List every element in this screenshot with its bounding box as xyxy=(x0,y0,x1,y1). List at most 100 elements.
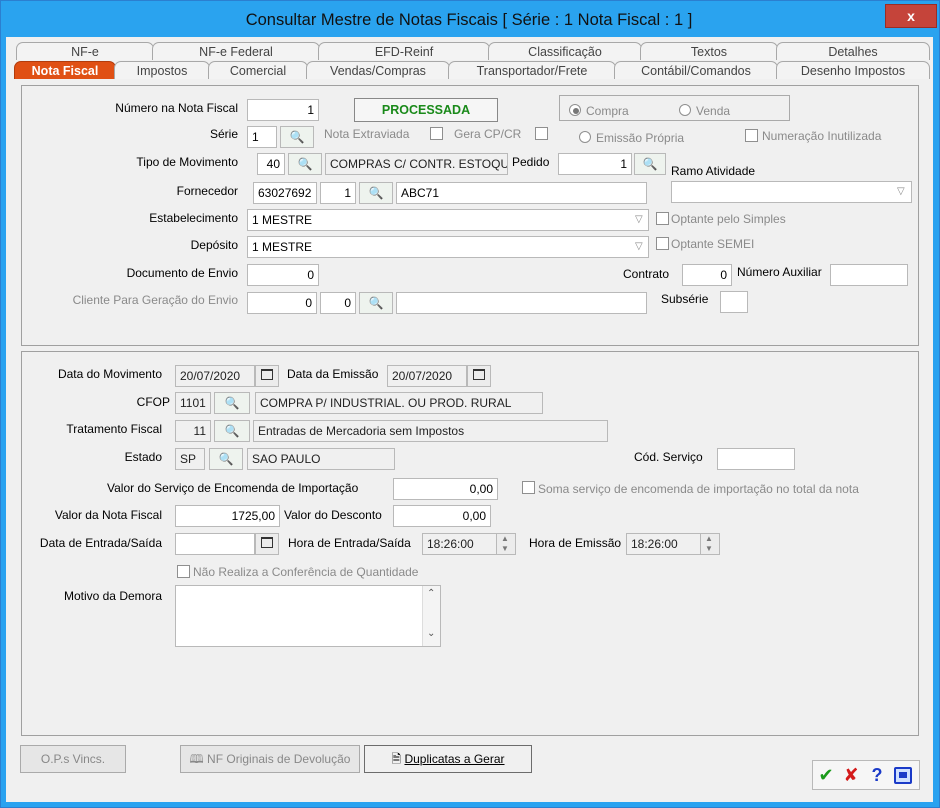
numero-nf-label: Número na Nota Fiscal xyxy=(115,101,238,115)
cfop-label: CFOP xyxy=(136,395,170,409)
valor-servico-label: Valor do Serviço de Encomenda de Importa… xyxy=(107,481,359,495)
valor-desconto-field[interactable]: 0,00 xyxy=(393,505,491,527)
search-icon: 🔍 xyxy=(297,157,313,171)
venda-radio[interactable] xyxy=(679,104,691,116)
calendar-icon xyxy=(261,369,273,380)
documento-envio-field[interactable]: 0 xyxy=(247,264,319,286)
deposito-select[interactable]: 1 MESTRE xyxy=(247,236,649,258)
tipo-movimento-search-button[interactable]: 🔍 xyxy=(288,153,322,175)
tab-textos[interactable]: Textos xyxy=(640,42,778,60)
emissao-propria-label: Emissão Própria xyxy=(596,131,685,145)
export-button[interactable] xyxy=(894,767,912,784)
valor-nf-field[interactable]: 1725,00 xyxy=(175,505,280,527)
hora-entrada-saida-label: Hora de Entrada/Saída xyxy=(288,536,411,550)
tab-contabil-comandos[interactable]: Contábil/Comandos xyxy=(614,61,778,79)
nota-extraviada-checkbox[interactable] xyxy=(430,127,443,140)
cliente-name-field[interactable] xyxy=(396,292,647,314)
ramo-atividade-select[interactable] xyxy=(671,181,912,203)
nota-extraviada-label: Nota Extraviada xyxy=(324,127,410,141)
hora-emissao-spinner[interactable]: ▲ ▼ xyxy=(700,534,719,554)
data-movimento-field[interactable]: 20/07/2020 xyxy=(175,365,255,387)
tipo-movimento-code[interactable]: 40 xyxy=(257,153,285,175)
deposito-label: Depósito xyxy=(190,238,238,252)
soma-servico-checkbox[interactable] xyxy=(522,481,535,494)
optante-simples-label: Optante pelo Simples xyxy=(671,212,786,226)
motivo-demora-textarea[interactable] xyxy=(175,585,441,647)
scroll-down-icon[interactable]: ⌄ xyxy=(427,628,435,639)
numero-nf-field[interactable]: 1 xyxy=(247,99,319,121)
venda-label: Venda xyxy=(696,104,731,118)
estado-desc: SAO PAULO xyxy=(247,448,395,470)
cod-servico-field[interactable] xyxy=(717,448,795,470)
cliente-field-1[interactable]: 0 xyxy=(247,292,317,314)
data-entrada-saida-field[interactable] xyxy=(175,533,255,555)
spinner-down-icon: ▼ xyxy=(501,544,509,553)
optante-semei-label: Optante SEMEI xyxy=(671,237,755,251)
tratamento-search-button[interactable]: 🔍 xyxy=(214,420,250,442)
cliente-field-2[interactable]: 0 xyxy=(320,292,356,314)
subserie-field[interactable] xyxy=(720,291,748,313)
tab-comercial[interactable]: Comercial xyxy=(208,61,308,79)
gera-cpcr-checkbox[interactable] xyxy=(535,127,548,140)
confirm-button[interactable]: ✔ xyxy=(815,764,837,786)
calendar-button[interactable] xyxy=(255,365,279,387)
cliente-geracao-label: Cliente Para Geração do Envio xyxy=(72,293,238,307)
fornecedor-num[interactable]: 1 xyxy=(320,182,356,204)
emissao-propria-radio[interactable] xyxy=(579,131,591,143)
pedido-field[interactable]: 1 xyxy=(558,153,632,175)
fornecedor-code[interactable]: 63027692 xyxy=(253,182,317,204)
serie-field[interactable]: 1 xyxy=(247,126,277,148)
hora-entrada-spinner[interactable]: ▲ ▼ xyxy=(496,534,515,554)
pedido-search-button[interactable]: 🔍 xyxy=(634,153,666,175)
tab-detalhes[interactable]: Detalhes xyxy=(776,42,930,60)
tab-desenho-impostos[interactable]: Desenho Impostos xyxy=(776,61,930,79)
nf-originais-button[interactable]: 🕮 NF Originais de Devolução xyxy=(180,745,360,773)
fornecedor-name[interactable]: ABC71 xyxy=(396,182,647,204)
duplicatas-button[interactable]: 🗎 Duplicatas a Gerar xyxy=(364,745,532,773)
window-title: Consultar Mestre de Notas Fiscais [ Séri… xyxy=(245,11,693,29)
ops-vinculadas-button[interactable]: O.P.s Vincs. xyxy=(20,745,126,773)
contrato-field[interactable]: 0 xyxy=(682,264,732,286)
numero-auxiliar-field[interactable] xyxy=(830,264,908,286)
calendar-button[interactable] xyxy=(255,533,279,555)
calendar-button[interactable] xyxy=(467,365,491,387)
tratamento-fiscal-code[interactable]: 11 xyxy=(175,420,211,442)
numeracao-inutilizada-checkbox[interactable] xyxy=(745,129,758,142)
motivo-demora-label: Motivo da Demora xyxy=(63,589,162,603)
estabelecimento-label: Estabelecimento xyxy=(149,211,238,225)
nao-realiza-checkbox[interactable] xyxy=(177,565,190,578)
cfop-search-button[interactable]: 🔍 xyxy=(214,392,250,414)
close-button[interactable]: x xyxy=(885,4,937,28)
tipo-movimento-label: Tipo de Movimento xyxy=(136,155,238,169)
fornecedor-search-button[interactable]: 🔍 xyxy=(359,182,393,204)
cliente-search-button[interactable]: 🔍 xyxy=(359,292,393,314)
tab-nfe[interactable]: NF-e xyxy=(16,42,154,60)
tab-classificacao[interactable]: Classificação xyxy=(488,42,642,60)
data-emissao-field[interactable]: 20/07/2020 xyxy=(387,365,467,387)
optante-semei-checkbox[interactable] xyxy=(656,237,669,250)
scrollbar[interactable]: ⌃ ⌄ xyxy=(422,586,440,646)
serie-search-button[interactable]: 🔍 xyxy=(280,126,314,148)
optante-simples-checkbox[interactable] xyxy=(656,212,669,225)
compra-radio[interactable] xyxy=(569,104,581,116)
status-badge: PROCESSADA xyxy=(354,98,498,122)
tab-efd-reinf[interactable]: EFD-Reinf xyxy=(318,42,490,60)
fornecedor-label: Fornecedor xyxy=(176,184,238,198)
cfop-code[interactable]: 1101 xyxy=(175,392,211,414)
estado-label: Estado xyxy=(124,450,162,464)
cancel-button[interactable]: ✘ xyxy=(840,764,862,786)
data-movimento-label: Data do Movimento xyxy=(57,367,162,381)
tab-nfe-federal[interactable]: NF-e Federal xyxy=(152,42,320,60)
estabelecimento-select[interactable]: 1 MESTRE xyxy=(247,209,649,231)
calendar-icon xyxy=(261,537,273,548)
scroll-up-icon[interactable]: ⌃ xyxy=(427,588,435,599)
estado-search-button[interactable]: 🔍 xyxy=(209,448,243,470)
valor-servico-field[interactable]: 0,00 xyxy=(393,478,498,500)
tab-nota-fiscal[interactable]: Nota Fiscal xyxy=(14,61,116,79)
tab-vendas-compras[interactable]: Vendas/Compras xyxy=(306,61,450,79)
tab-impostos[interactable]: Impostos xyxy=(114,61,210,79)
tab-transportador-frete[interactable]: Transportador/Frete xyxy=(448,61,616,79)
help-button[interactable]: ? xyxy=(866,764,888,786)
spinner-up-icon: ▲ xyxy=(705,534,713,543)
estado-code[interactable]: SP xyxy=(175,448,205,470)
